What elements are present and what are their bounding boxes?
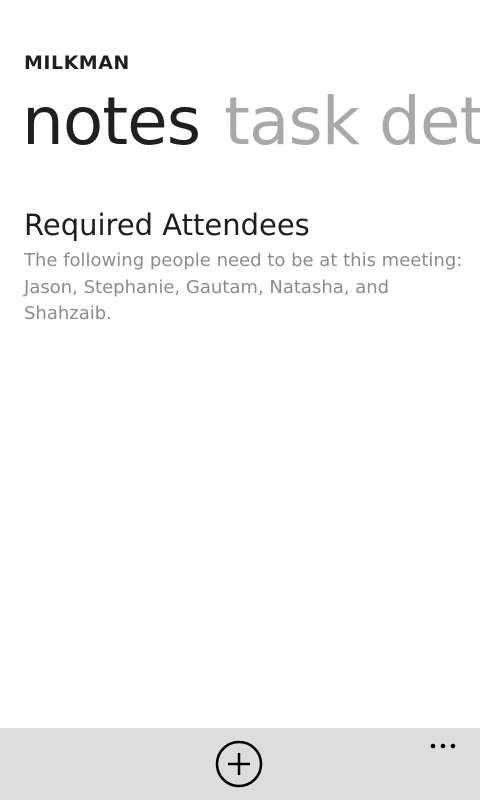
more-icon [430, 743, 456, 749]
pivot-header: notes task deta [22, 82, 480, 162]
more-button[interactable] [424, 732, 464, 762]
note-body: The following people need to be at this … [24, 250, 463, 324]
note-title: Required Attendees [24, 208, 310, 242]
app-title: MILKMAN [24, 52, 130, 74]
screen: MILKMAN notes task deta Required Attendee… [0, 0, 480, 800]
note-item[interactable]: Required Attendees The following people … [24, 206, 464, 328]
add-icon [215, 740, 263, 788]
app-bar [0, 728, 480, 800]
pivot-tab-task-details[interactable]: task deta [224, 82, 480, 162]
add-button[interactable] [215, 740, 263, 788]
pivot-tab-notes[interactable]: notes [22, 82, 201, 162]
